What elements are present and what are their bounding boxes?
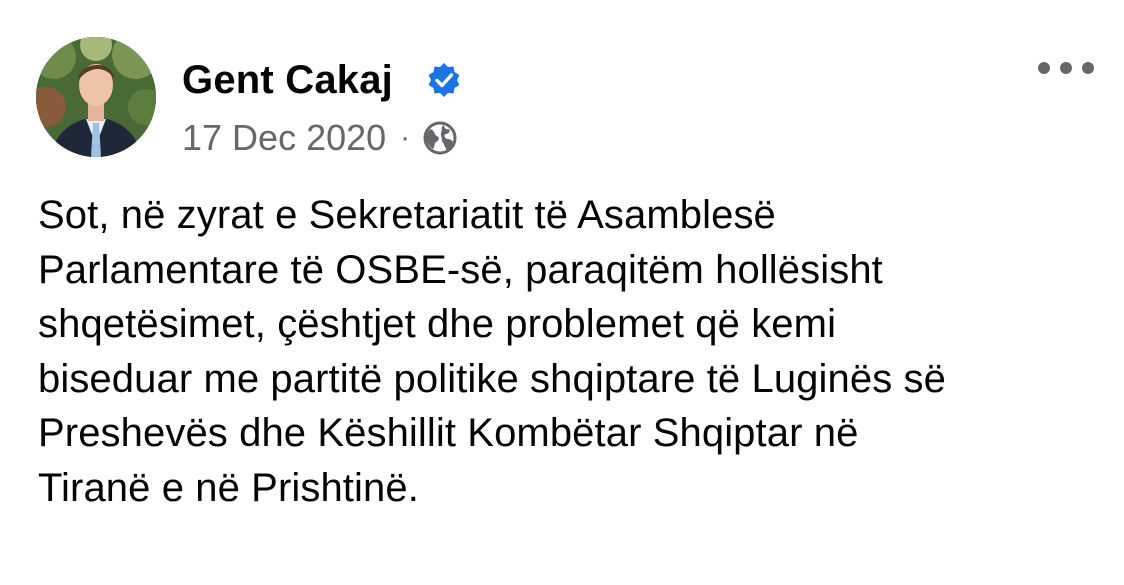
globe-icon[interactable] [422,120,458,156]
facebook-post: Gent Cakaj 17 Dec 2020 · Sot, në zyrat e… [0,0,1124,585]
post-text: Sot, në zyrat e Sekretariatit të Asamble… [38,193,946,510]
more-dot [1060,62,1072,74]
post-meta: 17 Dec 2020 · [182,116,458,160]
post-date[interactable]: 17 Dec 2020 [182,117,386,159]
author-name[interactable]: Gent Cakaj [182,56,393,104]
more-options-icon[interactable] [1038,56,1094,80]
avatar[interactable] [36,37,156,157]
more-dot [1082,62,1094,74]
profile-photo [36,37,156,157]
meta-separator: · [400,121,411,154]
verified-badge-icon [428,63,460,97]
more-dot [1038,62,1050,74]
